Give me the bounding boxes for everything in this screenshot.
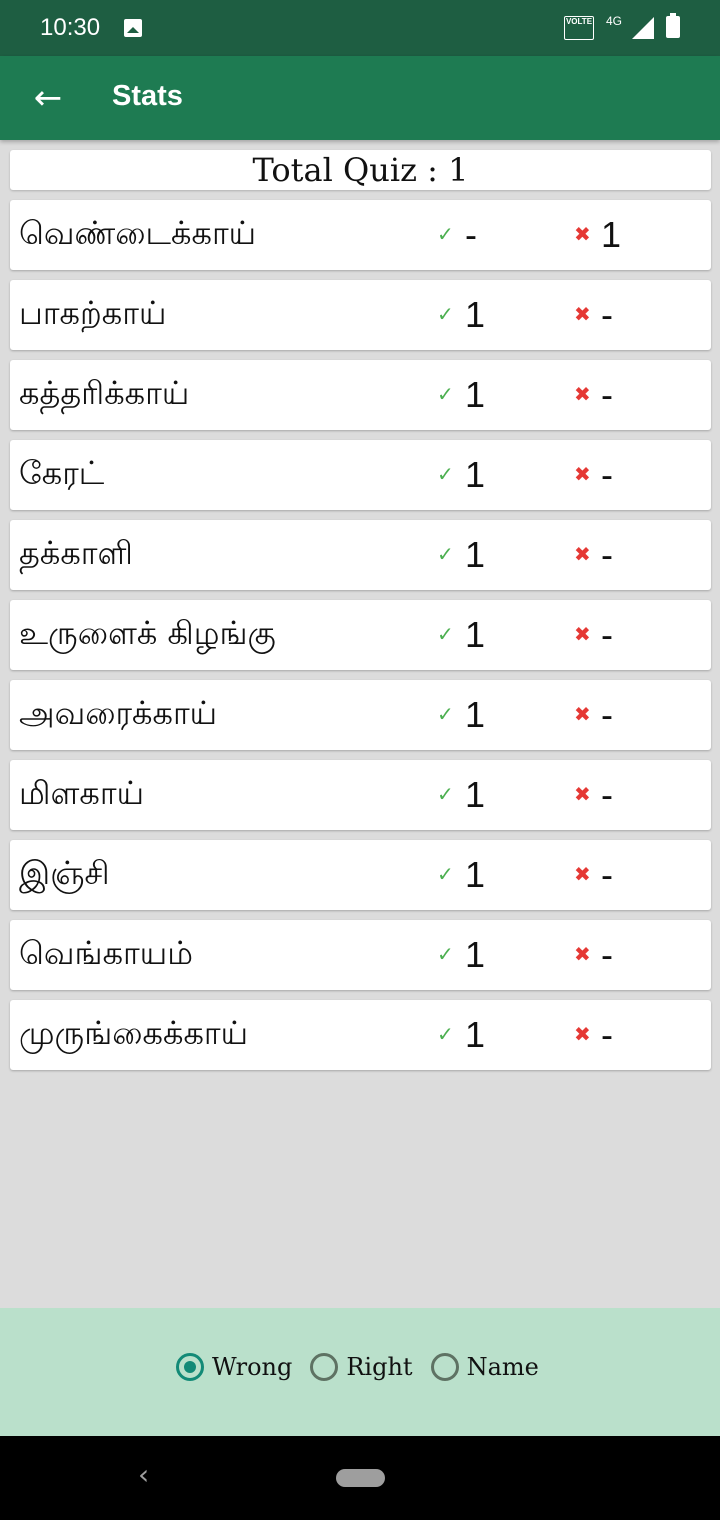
check-icon: ✓ <box>437 942 454 966</box>
right-count: 1 <box>465 534 486 575</box>
wrong-count: - <box>601 774 613 815</box>
vegetable-name: மிளகாய் <box>19 774 144 812</box>
stat-row: தக்காளி ✓ 1 ✖ - <box>10 520 711 590</box>
right-count: 1 <box>465 614 486 655</box>
nav-back-icon[interactable]: ‹ <box>138 1458 149 1491</box>
check-icon: ✓ <box>437 782 454 806</box>
vegetable-name: வெங்காயம் <box>19 934 193 972</box>
right-count: 1 <box>465 774 486 815</box>
cross-icon: ✖ <box>574 702 591 726</box>
radio-button-icon[interactable] <box>430 1353 459 1381</box>
right-count: 1 <box>465 294 486 335</box>
sort-panel: Wrong Right Name <box>0 1308 720 1436</box>
stat-row: மிளகாய் ✓ 1 ✖ - <box>10 760 711 830</box>
right-count: 1 <box>465 854 486 895</box>
check-icon: ✓ <box>437 622 454 646</box>
wrong-count: - <box>601 1014 613 1055</box>
stat-row: வெண்டைக்காய் ✓ - ✖ 1 <box>10 200 711 270</box>
right-count: 1 <box>465 694 486 735</box>
check-icon: ✓ <box>437 222 454 246</box>
check-icon: ✓ <box>437 302 454 326</box>
cross-icon: ✖ <box>574 542 591 566</box>
vegetable-name: அவரைக்காய் <box>19 694 218 732</box>
radio-label: Name <box>466 1353 539 1381</box>
stats-list: Total Quiz : 1 வெண்டைக்காய் ✓ - ✖ 1 பாகற்காய்… <box>10 150 711 1080</box>
clock: 10:30 <box>40 14 101 41</box>
radio-button-icon[interactable] <box>176 1353 204 1381</box>
wrong-count: - <box>601 694 613 735</box>
stat-row: உருளைக் கிழங்கு ✓ 1 ✖ - <box>10 600 711 670</box>
right-count: 1 <box>465 1014 486 1055</box>
check-icon: ✓ <box>437 542 454 566</box>
status-bar: 10:30 VOLTE 4G <box>0 0 720 56</box>
radio-button-icon[interactable] <box>310 1353 339 1381</box>
vegetable-name: தக்காளி <box>19 534 133 572</box>
network-type-icon: 4G <box>606 14 623 28</box>
image-notification-icon <box>124 19 142 37</box>
total-quiz-label: Total Quiz : 1 <box>10 150 711 190</box>
check-icon: ✓ <box>437 462 454 486</box>
cross-icon: ✖ <box>574 302 591 326</box>
stat-row: முருங்கைக்காய் ✓ 1 ✖ - <box>10 1000 711 1070</box>
wrong-count: - <box>601 934 613 975</box>
radio-name[interactable]: Name <box>430 1353 539 1381</box>
stat-row: கேரட் ✓ 1 ✖ - <box>10 440 711 510</box>
vegetable-name: முருங்கைக்காய் <box>19 1014 249 1052</box>
page-title: Stats <box>112 80 183 112</box>
wrong-count: - <box>601 614 613 655</box>
right-count: 1 <box>465 454 486 495</box>
wrong-count: - <box>601 294 613 335</box>
radio-wrong[interactable]: Wrong <box>176 1353 292 1381</box>
cross-icon: ✖ <box>574 942 591 966</box>
radio-label: Wrong <box>212 1353 293 1381</box>
right-count: - <box>465 214 477 255</box>
check-icon: ✓ <box>437 1022 454 1046</box>
wrong-count: - <box>601 454 613 495</box>
app-bar: ← Stats <box>0 56 720 140</box>
check-icon: ✓ <box>437 862 454 886</box>
stat-row: வெங்காயம் ✓ 1 ✖ - <box>10 920 711 990</box>
vegetable-name: உருளைக் கிழங்கு <box>19 614 276 652</box>
battery-icon <box>666 13 680 38</box>
system-nav-bar: ‹ <box>0 1436 720 1520</box>
stat-row: இஞ்சி ✓ 1 ✖ - <box>10 840 711 910</box>
right-count: 1 <box>465 374 486 415</box>
vegetable-name: இஞ்சி <box>19 854 110 892</box>
stat-row: கத்தரிக்காய் ✓ 1 ✖ - <box>10 360 711 430</box>
right-count: 1 <box>465 934 486 975</box>
vegetable-name: வெண்டைக்காய் <box>19 214 257 252</box>
cross-icon: ✖ <box>574 382 591 406</box>
cross-icon: ✖ <box>574 462 591 486</box>
volte-icon: VOLTE <box>564 16 594 40</box>
cross-icon: ✖ <box>574 1022 591 1046</box>
wrong-count: - <box>601 534 613 575</box>
wrong-count: - <box>601 854 613 895</box>
wrong-count: - <box>601 374 613 415</box>
cross-icon: ✖ <box>574 862 591 886</box>
cross-icon: ✖ <box>574 782 591 806</box>
signal-icon <box>632 17 654 39</box>
check-icon: ✓ <box>437 702 454 726</box>
wrong-count: 1 <box>601 214 622 255</box>
check-icon: ✓ <box>437 382 454 406</box>
vegetable-name: கேரட் <box>19 454 105 492</box>
radio-label: Right <box>346 1353 413 1381</box>
vegetable-name: பாகற்காய் <box>19 294 167 332</box>
vegetable-name: கத்தரிக்காய் <box>19 374 190 412</box>
stat-row: பாகற்காய் ✓ 1 ✖ - <box>10 280 711 350</box>
radio-right[interactable]: Right <box>310 1353 413 1381</box>
sort-radio-group: Wrong Right Name <box>176 1353 557 1381</box>
stat-row: அவரைக்காய் ✓ 1 ✖ - <box>10 680 711 750</box>
cross-icon: ✖ <box>574 622 591 646</box>
nav-home-pill[interactable] <box>336 1469 385 1487</box>
back-arrow-icon[interactable]: ← <box>28 78 68 118</box>
cross-icon: ✖ <box>574 222 591 246</box>
